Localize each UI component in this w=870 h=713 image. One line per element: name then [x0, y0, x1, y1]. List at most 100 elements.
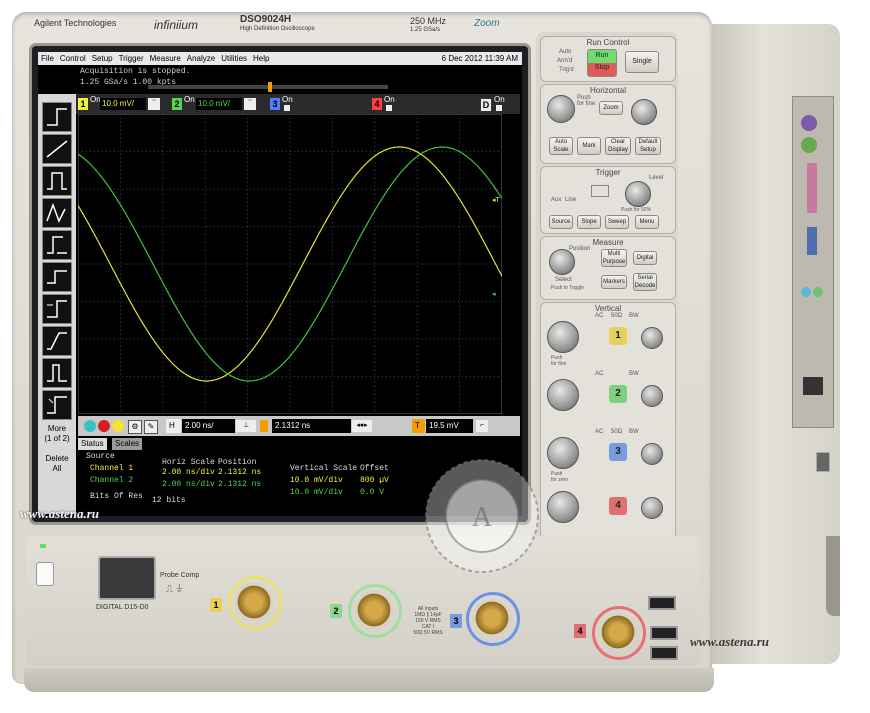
menu-control[interactable]: Control [60, 54, 86, 63]
markers-button[interactable]: Markers [601, 275, 627, 289]
channel-2-key[interactable]: 2 [172, 98, 182, 110]
ch1-offset-knob[interactable] [641, 327, 663, 349]
more-button[interactable]: More (1 of 2) [40, 424, 74, 444]
delay-icon[interactable]: ⊥ [236, 420, 256, 432]
timeout-trigger-tool[interactable] [42, 294, 72, 324]
paint-icon[interactable]: ✎ [144, 420, 158, 434]
channel-2-coupling-icon[interactable]: ~ [244, 98, 256, 110]
delete-all-button[interactable]: Delete All [40, 454, 74, 474]
zoom-button[interactable]: Zoom [599, 101, 623, 115]
input-1-bnc[interactable] [235, 583, 273, 621]
ch2-key-button[interactable]: 2 [609, 385, 627, 403]
edge-trigger-tool[interactable] [42, 102, 72, 132]
measure-select-knob[interactable] [549, 249, 575, 275]
channel-3-key[interactable]: 3 [270, 98, 280, 110]
ch2-offset-knob[interactable] [641, 385, 663, 407]
usb-port-2-icon[interactable] [650, 626, 678, 640]
row-1-vert: 10.0 mV/div [290, 476, 343, 485]
trigger-level-knob[interactable] [625, 181, 651, 207]
position-label: Position [569, 246, 591, 252]
serial-decode-button[interactable]: Serial Decode [633, 273, 657, 291]
menu-setup[interactable]: Setup [92, 54, 113, 63]
trigger-sweep-button[interactable]: Sweep [605, 215, 629, 229]
ch3-offset-knob[interactable] [641, 443, 663, 465]
navigate-icon[interactable]: ◂●▸ [352, 420, 372, 432]
yellow-color-icon[interactable] [112, 420, 124, 432]
channel-2-scale[interactable]: 10.0 mV/ [196, 98, 242, 110]
channel-3-on-label: On [282, 95, 293, 104]
menu-measure[interactable]: Measure [150, 54, 181, 63]
delay-value[interactable]: 2.1312 ns [272, 419, 351, 433]
menu-help[interactable]: Help [253, 54, 269, 63]
usb-port-1-icon[interactable] [648, 596, 676, 610]
ac-label-1: AC [595, 313, 604, 319]
mark-button[interactable]: Mark [577, 137, 601, 155]
run-stop-button[interactable]: Run Stop [587, 49, 617, 77]
horizontal-key[interactable]: H [166, 419, 181, 433]
ch4-vertical-scale-knob[interactable] [547, 491, 579, 523]
red-color-icon[interactable] [98, 420, 110, 432]
auto-scale-button[interactable]: Auto Scale [549, 137, 573, 155]
digital-checkbox[interactable] [496, 105, 502, 111]
ch3-key-button[interactable]: 3 [609, 443, 627, 461]
input-3-bnc[interactable] [473, 599, 511, 637]
brand-series: infiniium [154, 18, 199, 32]
digital-connector[interactable] [98, 556, 156, 600]
power-button[interactable] [36, 562, 54, 586]
channel-3-checkbox[interactable] [284, 105, 290, 111]
trigger-slope-button[interactable]: Slope [577, 215, 601, 229]
watermark-seal-icon: A [425, 459, 539, 573]
digital-button[interactable]: Digital [633, 251, 657, 265]
pulse-width-tool[interactable] [42, 166, 72, 196]
trigger-key[interactable]: T [412, 419, 425, 433]
input-2-bnc[interactable] [355, 591, 393, 629]
channel-1-scale[interactable]: 10.0 mV/ [100, 98, 146, 110]
menu-utilities[interactable]: Utilities [221, 54, 247, 63]
cyan-color-icon[interactable] [84, 420, 96, 432]
bits-label: Bits Of Res [90, 492, 143, 501]
channel-1-coupling-icon[interactable]: ~ [148, 98, 160, 110]
setup-hold-tool[interactable] [42, 230, 72, 260]
window-trigger-tool[interactable] [42, 262, 72, 292]
input-4-bnc[interactable] [599, 613, 637, 651]
channel-4-checkbox[interactable] [386, 105, 392, 111]
channel-4-key[interactable]: 4 [372, 98, 382, 110]
ch4-key-button[interactable]: 4 [609, 497, 627, 515]
timebase-value[interactable]: 2.00 ns/ [182, 419, 235, 433]
digital-on-label: On [494, 95, 505, 104]
ch3-vertical-scale-knob[interactable] [547, 437, 579, 469]
glitch-trigger-tool[interactable] [42, 134, 72, 164]
trigger-source-button[interactable]: Source [549, 215, 573, 229]
row-2-source: Channel 2 [90, 476, 134, 485]
runt-trigger-tool[interactable] [42, 198, 72, 228]
trigger-menu-button[interactable]: Menu [635, 215, 659, 229]
single-button[interactable]: Single [625, 51, 659, 73]
default-setup-button[interactable]: Default Setup [635, 137, 661, 155]
digital-key[interactable]: D [480, 98, 492, 112]
waveform-graticule[interactable]: ◂T ◂ [78, 114, 502, 414]
usb-port-3-icon[interactable] [650, 646, 678, 660]
zoom-logo: Zoom [474, 18, 500, 29]
menu-file[interactable]: File [41, 54, 54, 63]
quickmeas-icon[interactable]: ⚙ [128, 420, 142, 434]
horizontal-scale-knob[interactable] [547, 95, 575, 123]
horizontal-position-knob[interactable] [631, 99, 657, 125]
ch1-vertical-scale-knob[interactable] [547, 321, 579, 353]
ch1-key-button[interactable]: 1 [609, 327, 627, 345]
multi-purpose-button[interactable]: Multi Purpose [601, 249, 627, 267]
transition-trigger-tool[interactable] [42, 326, 72, 356]
kensington-slot-icon [816, 452, 830, 472]
menu-trigger[interactable]: Trigger [119, 54, 144, 63]
ch2-vertical-scale-knob[interactable] [547, 379, 579, 411]
tab-status[interactable]: Status [78, 438, 107, 450]
menu-analyze[interactable]: Analyze [187, 54, 215, 63]
ch4-offset-knob[interactable] [641, 497, 663, 519]
trigger-level-value[interactable]: 19.5 mV [426, 419, 473, 433]
state-trigger-tool[interactable] [42, 390, 72, 420]
channel-1-key[interactable]: 1 [78, 98, 88, 110]
trigger-slope-icon[interactable]: ⌐ [476, 420, 488, 432]
tab-scales[interactable]: Scales [112, 438, 143, 450]
clear-display-button[interactable]: Clear Display [605, 137, 631, 155]
probe-comp-terminals-icon[interactable]: ⎍ ⏚ [166, 584, 183, 595]
pattern-trigger-tool[interactable] [42, 358, 72, 388]
